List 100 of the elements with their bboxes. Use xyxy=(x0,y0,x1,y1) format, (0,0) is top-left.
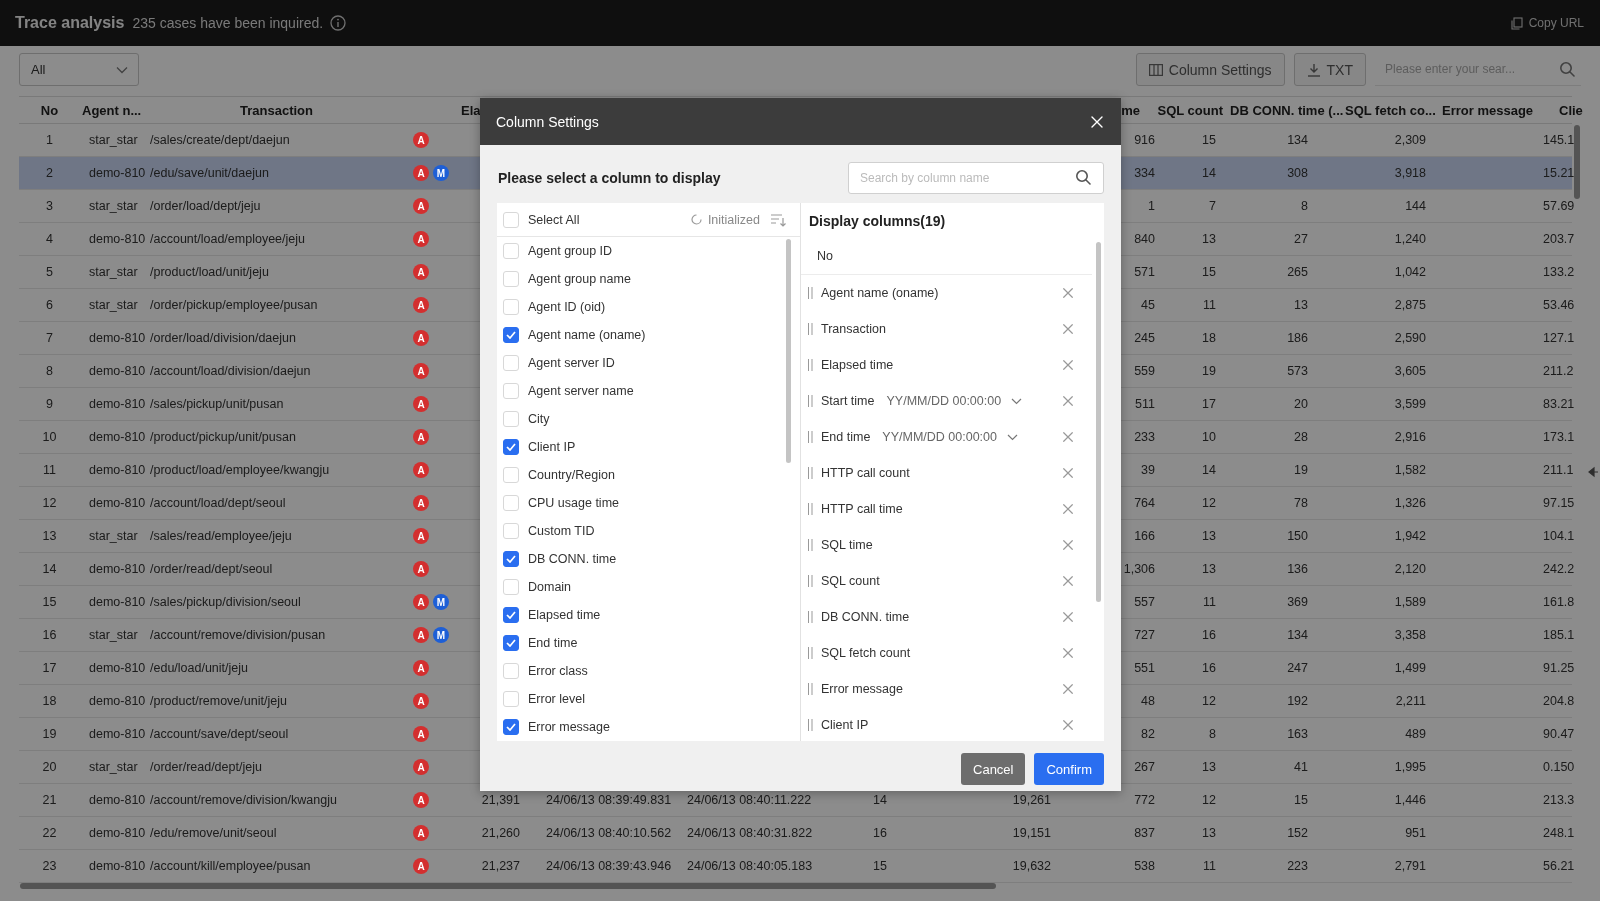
table-cell: demo-810 xyxy=(89,364,146,378)
table-cell: /product/pickup/unit/pusan xyxy=(150,430,296,444)
table-cell: 19,632 xyxy=(1012,859,1051,873)
table-cell: demo-810 xyxy=(89,166,146,180)
table-cell: 144 xyxy=(1405,199,1426,213)
table-cell: 134 xyxy=(1287,628,1308,642)
table-cell: 15 xyxy=(873,859,887,873)
status-badge: A xyxy=(413,462,429,478)
table-cell: 22 xyxy=(42,826,57,840)
table-cell: /product/remove/unit/jeju xyxy=(150,694,287,708)
status-badge: A xyxy=(413,363,429,379)
table-cell: /order/read/dept/jeju xyxy=(150,760,262,774)
table-cell: 152 xyxy=(1287,826,1308,840)
table-cell: 204.8 xyxy=(1543,694,1575,708)
table-cell: 15 xyxy=(42,595,57,609)
table-cell: /sales/pickup/division/seoul xyxy=(150,595,301,609)
table-cell: 133.2 xyxy=(1543,265,1575,279)
table-cell: 53.46 xyxy=(1543,298,1575,312)
status-badge: A xyxy=(413,792,429,808)
table-cell: 13 xyxy=(1294,298,1308,312)
status-badge: M xyxy=(433,594,449,610)
table-cell: 3,605 xyxy=(1394,364,1426,378)
table-cell: /order/pickup/employee/pusan xyxy=(150,298,318,312)
table-cell: 27 xyxy=(1294,232,1308,246)
table-cell: 727 xyxy=(1134,628,1155,642)
table-cell: 233 xyxy=(1134,430,1155,444)
table-cell: 13 xyxy=(42,529,57,543)
status-badge: A xyxy=(413,660,429,676)
table-cell: 1,942 xyxy=(1394,529,1426,543)
table-cell: 16 xyxy=(873,826,887,840)
table-cell: 1,995 xyxy=(1394,760,1426,774)
table-cell: 97.15 xyxy=(1543,496,1575,510)
table-cell: 6 xyxy=(46,298,53,312)
status-badge: A xyxy=(413,726,429,742)
table-cell: 916 xyxy=(1134,133,1155,147)
table-cell: 83.21 xyxy=(1543,397,1575,411)
table-cell: demo-810 xyxy=(89,562,146,576)
table-cell: demo-810 xyxy=(89,661,146,675)
table-cell: 12 xyxy=(1202,694,1216,708)
table-cell: 20 xyxy=(42,760,57,774)
table-cell: demo-810 xyxy=(89,595,146,609)
table-cell: /account/kill/employee/pusan xyxy=(150,859,311,873)
column-name: Client IP xyxy=(821,718,869,732)
table-cell: 211.1 xyxy=(1543,463,1574,477)
table-cell: 19 xyxy=(42,727,57,741)
table-cell: 16 xyxy=(1202,628,1216,642)
table-cell: /product/load/employee/kwangju xyxy=(150,463,330,477)
table-cell: 14 xyxy=(1202,463,1216,477)
table-cell: 538 xyxy=(1134,859,1155,873)
table-cell: 840 xyxy=(1134,232,1155,246)
table-cell: /edu/save/unit/daejun xyxy=(150,166,269,180)
table-cell: 14 xyxy=(873,793,887,807)
table-cell: 2,211 xyxy=(1395,694,1426,708)
table-cell: demo-810 xyxy=(89,859,146,873)
table-cell: 127.1 xyxy=(1543,331,1575,345)
table-cell: 951 xyxy=(1405,826,1426,840)
table-cell: 16 xyxy=(1202,661,1216,675)
column-name: HTTP call count xyxy=(821,466,910,480)
table-cell: 23 xyxy=(42,859,57,873)
table-cell: 2,590 xyxy=(1394,331,1426,345)
table-cell: 192 xyxy=(1287,694,1308,708)
status-badge: A xyxy=(413,594,429,610)
table-cell: star_star xyxy=(89,199,138,213)
status-badge: M xyxy=(433,627,449,643)
column-name: End time xyxy=(821,430,871,444)
table-cell: /order/load/division/daejun xyxy=(150,331,296,345)
table-cell: demo-810 xyxy=(89,727,146,741)
table-cell: 39 xyxy=(1141,463,1155,477)
table-cell: /account/remove/division/kwangju xyxy=(150,793,337,807)
table-cell: /edu/remove/unit/seoul xyxy=(150,826,277,840)
table-cell: 150 xyxy=(1287,529,1308,543)
table-cell: 1 xyxy=(1148,199,1155,213)
table-cell: 134 xyxy=(1287,133,1308,147)
table-cell: 13 xyxy=(1202,760,1216,774)
table-cell: 91.25 xyxy=(1543,661,1575,675)
table-cell: star_star xyxy=(89,265,138,279)
table-cell: star_star xyxy=(89,628,138,642)
table-cell: 11 xyxy=(1203,595,1216,609)
table-cell: 489 xyxy=(1405,727,1426,741)
table-cell: 28 xyxy=(1294,430,1308,444)
table-cell: demo-810 xyxy=(89,793,146,807)
table-cell: 136 xyxy=(1287,562,1308,576)
table-cell: demo-810 xyxy=(89,430,146,444)
table-cell: 573 xyxy=(1287,364,1308,378)
table-cell: 24/06/13 08:39:43.946 xyxy=(546,859,672,873)
table-cell: 24/06/13 08:40:10.562 xyxy=(546,826,672,840)
table-cell: /product/load/unit/jeju xyxy=(150,265,269,279)
table-cell: 2,309 xyxy=(1394,133,1426,147)
table-cell: 10 xyxy=(42,430,57,444)
table-cell: 559 xyxy=(1134,364,1155,378)
table-cell: 11 xyxy=(1203,298,1216,312)
table-cell: /order/load/dept/jeju xyxy=(150,199,261,213)
dialog-title: Column Settings xyxy=(496,113,599,130)
status-badge: A xyxy=(413,429,429,445)
column-name: Start time xyxy=(821,394,875,408)
table-cell: 1,582 xyxy=(1394,463,1426,477)
table-cell: /sales/read/employee/jeju xyxy=(150,529,292,543)
table-cell: 24/06/13 08:39:49.831 xyxy=(546,793,672,807)
column-name: No xyxy=(817,249,833,263)
table-cell: 511 xyxy=(1135,397,1155,411)
